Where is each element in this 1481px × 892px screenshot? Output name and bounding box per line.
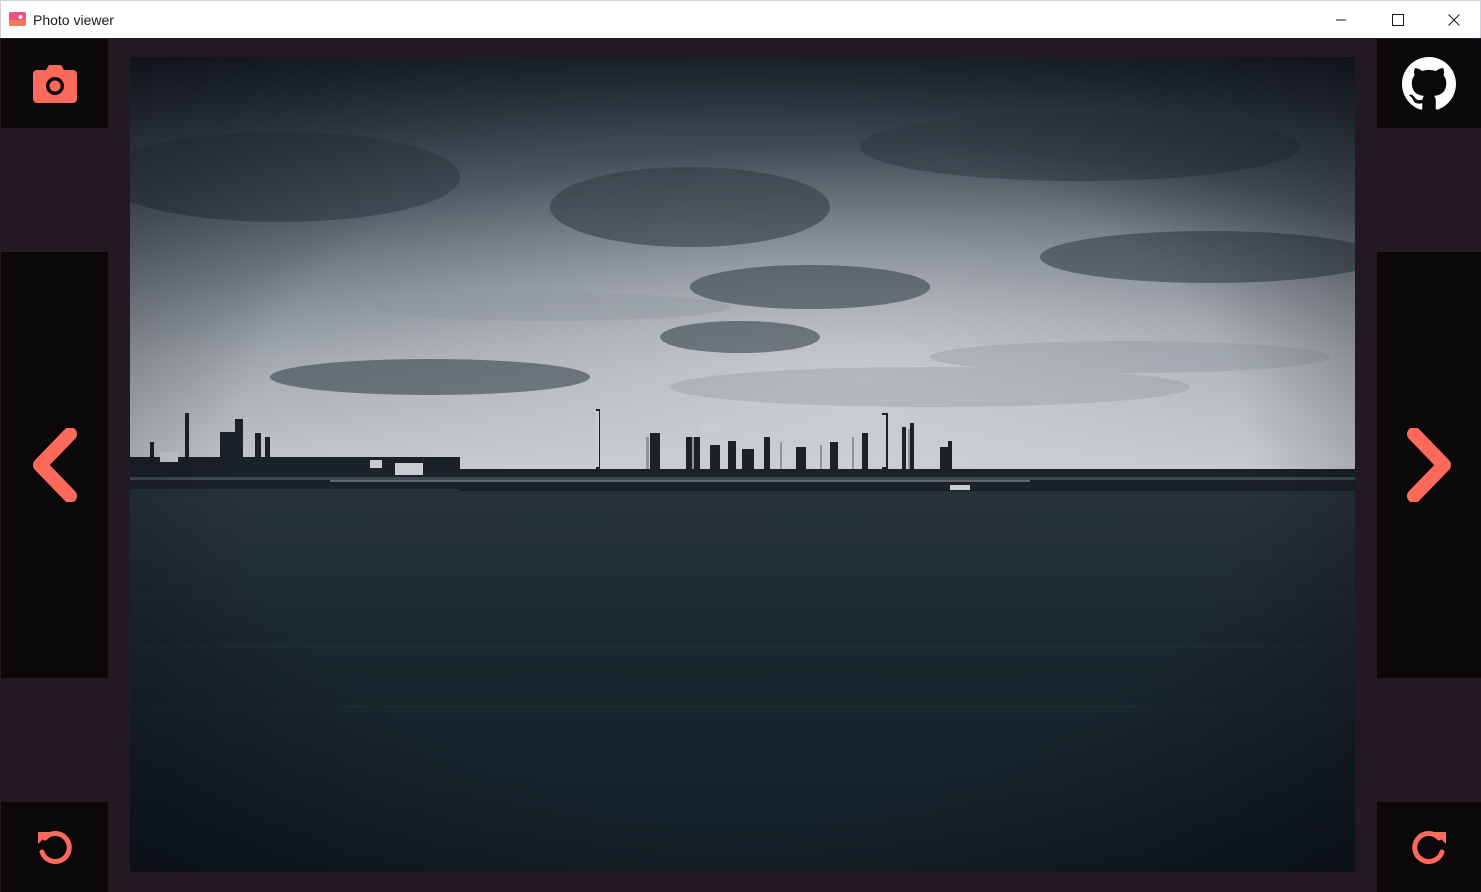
github-link-button[interactable] — [1377, 39, 1481, 128]
photo-viewer-app — [0, 38, 1481, 892]
minimize-button[interactable] — [1313, 1, 1369, 38]
close-icon — [1448, 13, 1460, 26]
window-title: Photo viewer — [33, 12, 114, 28]
photo-display — [130, 57, 1355, 872]
rotate-left-icon — [37, 831, 72, 864]
camera-icon — [32, 64, 77, 103]
previous-photo-button[interactable] — [1, 252, 108, 678]
maximize-icon — [1392, 13, 1404, 26]
window-titlebar: Photo viewer — [0, 0, 1481, 38]
rotate-right-button[interactable] — [1377, 802, 1481, 892]
chevron-left-icon — [32, 428, 77, 502]
rotate-right-icon — [1412, 831, 1446, 864]
close-button[interactable] — [1426, 1, 1481, 38]
chevron-right-icon — [1407, 428, 1451, 502]
rotate-left-button[interactable] — [1, 802, 108, 892]
github-icon — [1402, 56, 1456, 110]
next-photo-button[interactable] — [1377, 252, 1481, 678]
open-photo-button[interactable] — [1, 39, 108, 128]
app-icon — [9, 12, 26, 26]
maximize-button[interactable] — [1370, 1, 1426, 38]
minimize-icon — [1336, 19, 1346, 20]
landscape-photo — [130, 57, 1355, 872]
